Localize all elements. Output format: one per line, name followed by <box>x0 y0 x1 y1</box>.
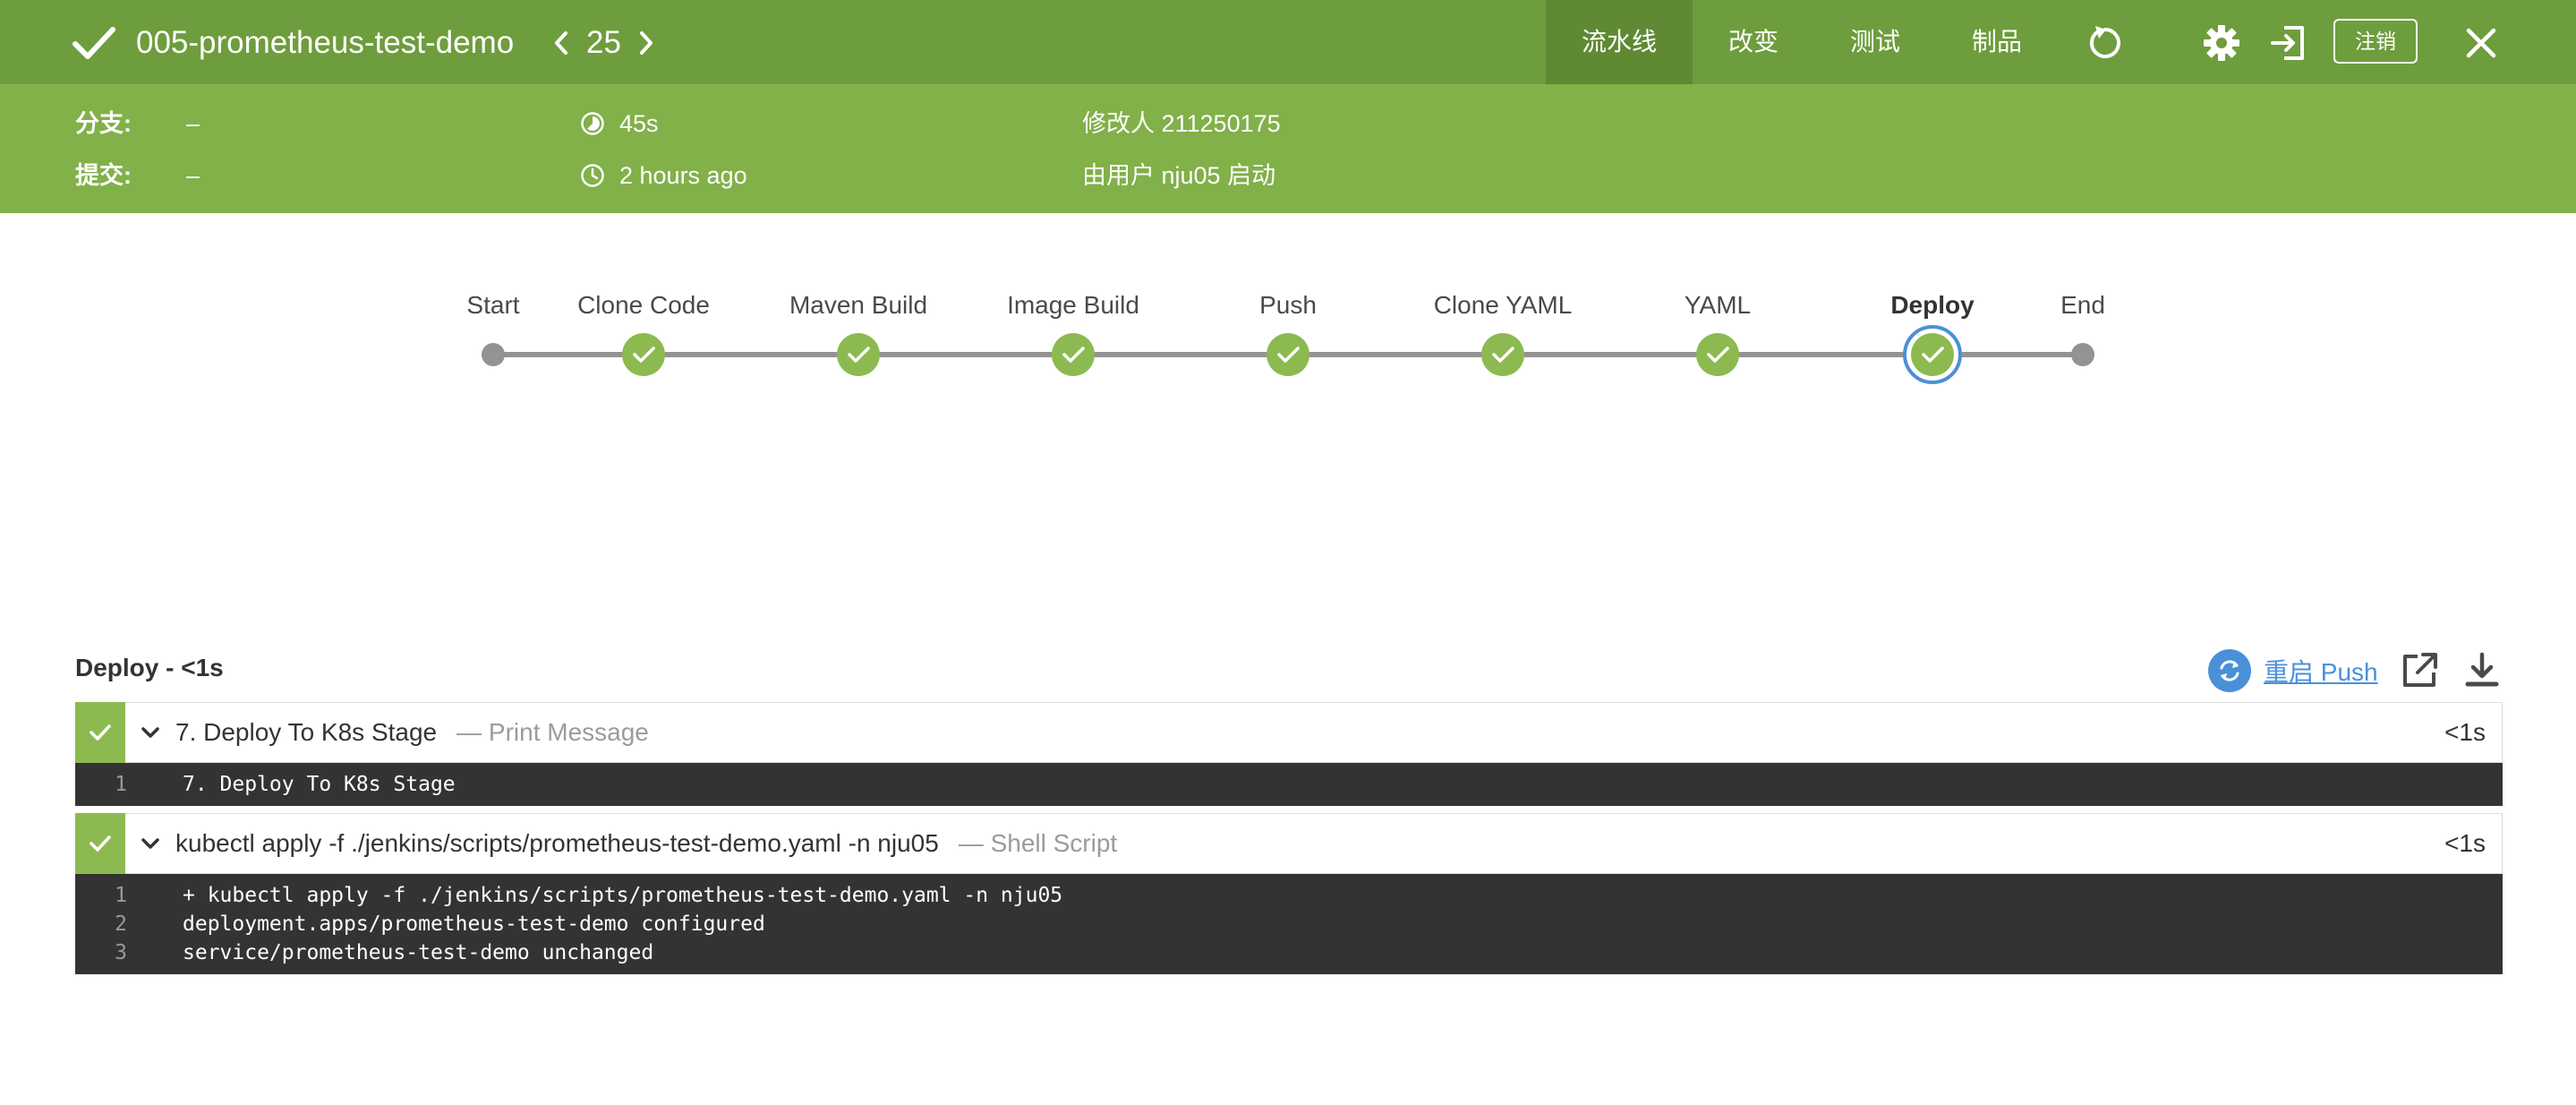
run-number: 25 <box>586 25 621 60</box>
stage-log-title: Deploy - <1s <box>75 654 224 681</box>
changed-by: 修改人 211250175 <box>1082 110 1281 137</box>
commit-label: 提交: <box>75 162 132 189</box>
stage-label-end[interactable]: End <box>2060 291 2105 320</box>
stage-connector <box>1503 352 1718 357</box>
step-name: 7. Deploy To K8s Stage <box>175 718 438 746</box>
check-icon <box>73 27 115 59</box>
tab-artifacts[interactable]: 制品 <box>1936 0 2058 84</box>
step-name: kubectl apply -f ./jenkins/scripts/prome… <box>175 829 939 857</box>
stage-label-start[interactable]: Start <box>466 291 519 320</box>
log-step: 7. Deploy To K8s Stage — Print Message <… <box>75 701 2503 806</box>
stage-label-image-build[interactable]: Image Build <box>1007 291 1139 320</box>
chevron-left-icon[interactable] <box>549 23 574 63</box>
line-number[interactable]: 1 <box>75 770 183 799</box>
line-text: 7. Deploy To K8s Stage <box>183 773 456 796</box>
commit-value: – <box>186 162 200 189</box>
line-text: deployment.apps/prometheus-test-demo con… <box>183 912 765 936</box>
stage-label-clone-yaml[interactable]: Clone YAML <box>1434 291 1573 320</box>
line-number[interactable]: 2 <box>75 910 183 938</box>
run-navigator: 25 <box>549 23 659 63</box>
restart-stage-link[interactable]: 重启 Push <box>2208 649 2378 692</box>
console-line: 2 deployment.apps/prometheus-test-demo c… <box>75 910 2503 938</box>
stage-node-start <box>482 343 505 366</box>
stage-node-push-success-icon[interactable] <box>1265 331 1311 378</box>
step-type: — Print Message <box>456 718 649 746</box>
step-duration: <1s <box>2444 718 2486 746</box>
tab-bar: 流水线 改变 测试 制品 <box>1546 0 2058 84</box>
stage-label-yaml[interactable]: YAML <box>1685 291 1751 320</box>
open-external-icon[interactable] <box>2400 651 2439 690</box>
step-duration: <1s <box>2444 829 2486 857</box>
stage-label-deploy[interactable]: Deploy <box>1890 291 1974 320</box>
console-line: 1 + kubectl apply -f ./jenkins/scripts/p… <box>75 881 2503 910</box>
top-bar: 005-prometheus-test-demo 25 流水线 改变 测试 制品 <box>0 0 2576 84</box>
exit-icon[interactable] <box>2270 24 2307 62</box>
logout-button[interactable]: 注销 <box>2333 19 2418 64</box>
stage-node-maven-build-success-icon[interactable] <box>835 331 882 378</box>
run-name: 005-prometheus-test-demo <box>136 25 515 60</box>
log-step: kubectl apply -f ./jenkins/scripts/prome… <box>75 812 2503 974</box>
timer-icon <box>581 112 604 135</box>
console-line: 1 7. Deploy To K8s Stage <box>75 770 2503 799</box>
started-field: 2 hours ago <box>580 158 747 193</box>
commit-field: 提交: – <box>75 158 200 193</box>
console-line: 3 service/prometheus-test-demo unchanged <box>75 938 2503 967</box>
restart-label: 重启 Push <box>2264 658 2378 686</box>
stage-connector <box>644 352 858 357</box>
console-output: 1 7. Deploy To K8s Stage <box>75 763 2503 806</box>
branch-value: – <box>186 110 200 137</box>
duration-field: 45s <box>580 106 659 141</box>
stage-node-image-build-success-icon[interactable] <box>1050 331 1096 378</box>
stage-connector <box>1718 352 1932 357</box>
line-text: service/prometheus-test-demo unchanged <box>183 941 654 964</box>
replay-icon[interactable] <box>2086 24 2124 62</box>
download-icon[interactable] <box>2462 651 2502 690</box>
console-output: 1 + kubectl apply -f ./jenkins/scripts/p… <box>75 874 2503 974</box>
started-value: 2 hours ago <box>619 162 747 189</box>
line-number[interactable]: 1 <box>75 881 183 910</box>
stage-label-clone-code[interactable]: Clone Code <box>577 291 710 320</box>
restart-icon <box>2208 649 2251 692</box>
success-icon <box>75 812 125 874</box>
branch-field: 分支: – <box>75 106 200 141</box>
stage-node-clone-code-success-icon[interactable] <box>620 331 667 378</box>
stage-node-end <box>2071 343 2094 366</box>
chevron-down-icon <box>125 726 175 739</box>
stage-connector <box>858 352 1073 357</box>
duration-value: 45s <box>619 110 659 137</box>
started-by: 由用户 nju05 启动 <box>1082 162 1276 189</box>
line-number[interactable]: 3 <box>75 938 183 967</box>
stage-node-clone-yaml-success-icon[interactable] <box>1480 331 1526 378</box>
branch-label: 分支: <box>75 110 132 137</box>
tab-tests[interactable]: 测试 <box>1814 0 1936 84</box>
line-text: + kubectl apply -f ./jenkins/scripts/pro… <box>183 884 1063 907</box>
gear-icon[interactable] <box>2203 24 2240 62</box>
run-summary: 分支: – 提交: – 45s 2 hours ago 修改人 21125017… <box>0 84 2576 213</box>
clock-icon <box>581 164 604 187</box>
tab-pipeline[interactable]: 流水线 <box>1546 0 1693 84</box>
success-icon <box>75 701 125 763</box>
tab-changes[interactable]: 改变 <box>1693 0 1814 84</box>
pipeline-graph: Start Clone Code Maven Build Image Build Pus… <box>0 269 2576 412</box>
close-icon[interactable] <box>2462 24 2500 62</box>
log-step-header[interactable]: 7. Deploy To K8s Stage — Print Message <… <box>75 701 2503 763</box>
step-type: — Shell Script <box>958 829 1118 857</box>
stage-label-push[interactable]: Push <box>1259 291 1317 320</box>
stage-node-deploy-success-icon[interactable] <box>1903 325 1962 384</box>
stage-connector <box>1073 352 1288 357</box>
stage-connector <box>1288 352 1503 357</box>
stage-node-yaml-success-icon[interactable] <box>1694 331 1741 378</box>
chevron-right-icon[interactable] <box>634 23 659 63</box>
log-step-header[interactable]: kubectl apply -f ./jenkins/scripts/prome… <box>75 812 2503 874</box>
stage-label-maven-build[interactable]: Maven Build <box>789 291 927 320</box>
chevron-down-icon <box>125 837 175 850</box>
